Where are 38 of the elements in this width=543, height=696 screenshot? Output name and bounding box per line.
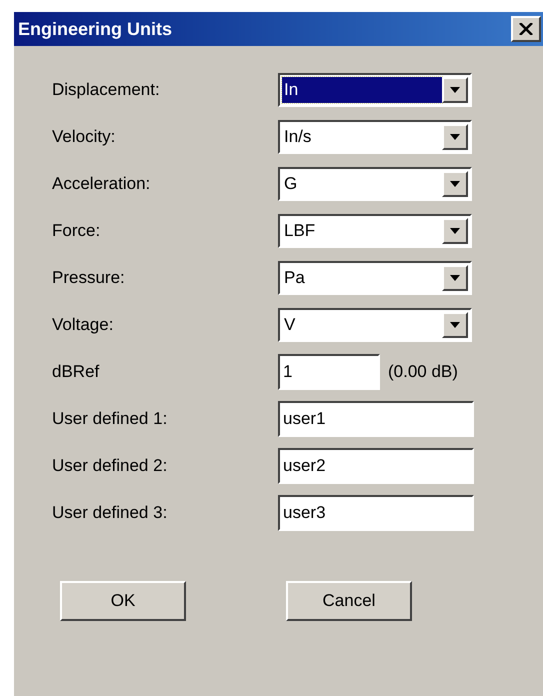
caret-down-icon — [450, 134, 460, 140]
caret-down-icon — [450, 181, 460, 187]
dropdown[interactable]: In/s — [278, 120, 472, 154]
dropdown-arrow-button[interactable] — [442, 312, 468, 338]
close-button[interactable] — [511, 16, 541, 42]
text-field[interactable]: user2 — [278, 448, 474, 484]
text-field[interactable]: 1 — [278, 354, 380, 390]
field-label: Velocity: — [52, 126, 116, 148]
dropdown[interactable]: Pa — [278, 261, 472, 295]
window-title: Engineering Units — [18, 18, 172, 41]
caret-down-icon — [450, 87, 460, 93]
dropdown[interactable]: G — [278, 167, 472, 201]
field-label: User defined 3: — [52, 502, 168, 524]
field-label: Pressure: — [52, 267, 126, 290]
dropdown[interactable]: V — [278, 308, 472, 342]
field-label: Displacement: — [52, 79, 161, 102]
text-field[interactable]: user3 — [278, 495, 474, 531]
field-label: Acceleration: — [52, 173, 152, 196]
text-field[interactable]: user1 — [278, 401, 474, 437]
field-label: User defined 1: — [52, 408, 168, 430]
close-icon — [519, 23, 533, 35]
dropdown[interactable]: LBF — [278, 214, 472, 248]
field-label: dBRef — [52, 361, 100, 384]
decibel-reading: (0.00 dB) — [388, 361, 458, 384]
caret-down-icon — [450, 275, 460, 281]
dropdown[interactable]: In — [278, 73, 472, 107]
field-label: Force: — [52, 220, 102, 242]
dropdown-arrow-button[interactable] — [442, 77, 468, 103]
dialog-button[interactable]: OK — [60, 581, 186, 621]
caret-down-icon — [450, 228, 460, 234]
field-label: Voltage: — [52, 314, 114, 336]
field-label: User defined 2: — [52, 455, 168, 478]
dialog-button[interactable]: Cancel — [286, 581, 412, 621]
dropdown-arrow-button[interactable] — [442, 265, 468, 291]
dropdown-arrow-button[interactable] — [442, 124, 468, 150]
caret-down-icon — [450, 322, 460, 328]
dropdown-arrow-button[interactable] — [442, 218, 468, 244]
dropdown-arrow-button[interactable] — [442, 171, 468, 197]
